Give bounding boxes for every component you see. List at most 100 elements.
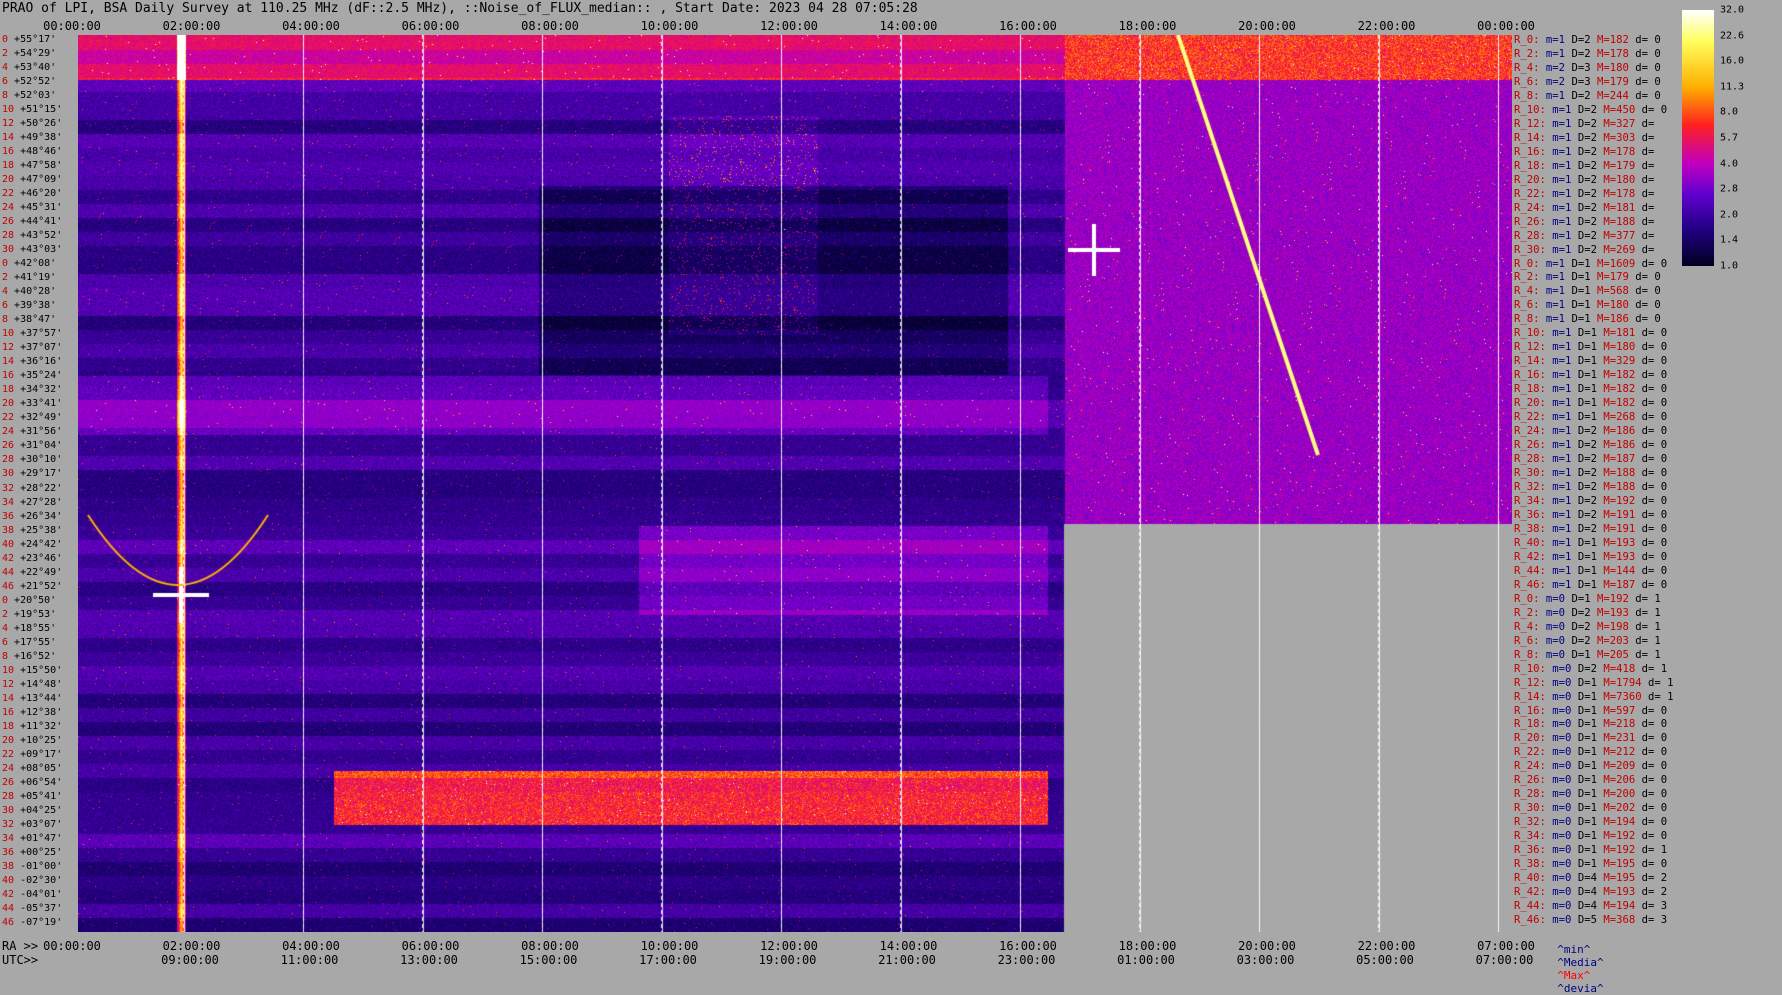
stats-r: R_22: xyxy=(1514,411,1546,424)
stats-m: m=0 xyxy=(1552,900,1572,913)
stats-m: m=1 xyxy=(1552,467,1572,480)
stats-dv: d= 0 xyxy=(1641,536,1668,549)
stats-h: M=191 xyxy=(1603,508,1636,521)
stats-m: m=2 xyxy=(1545,61,1566,74)
beam-stats-row: R_10: m=0 D=2 M=418 d= 1 xyxy=(1514,663,1667,675)
stats-dv: d= 1 xyxy=(1635,648,1661,661)
stats-d: D=2 xyxy=(1571,34,1591,46)
stats-dv: d= 1 xyxy=(1635,620,1661,633)
stats-r: R_16: xyxy=(1514,145,1546,158)
beam-index: 14 xyxy=(2,132,15,144)
stats-h: M=188 xyxy=(1603,481,1636,493)
stats-h: M=377 xyxy=(1603,229,1636,242)
stats-r: R_6: xyxy=(1514,299,1540,312)
stats-h: M=180 xyxy=(1596,299,1629,312)
stats-dv: d= 0 xyxy=(1635,313,1661,326)
stats-d: D=1 xyxy=(1577,690,1597,703)
stats-d: D=2 xyxy=(1577,229,1597,242)
stats-m: m=1 xyxy=(1552,145,1572,158)
beam-stats-row: R_26: m=1 D=2 M=186 d= 0 xyxy=(1514,439,1667,451)
stats-d: D=1 xyxy=(1577,383,1597,396)
stats-dv: d= xyxy=(1641,243,1655,256)
time-tick: 02:00:00 xyxy=(162,939,221,953)
stats-m: m=1 xyxy=(1552,229,1572,242)
stats-m: m=1 xyxy=(1552,494,1572,507)
beam-stats-row: R_18: m=0 D=1 M=218 d= 0 xyxy=(1514,718,1667,730)
stats-r: R_40: xyxy=(1514,536,1546,549)
stats-r: R_26: xyxy=(1514,439,1546,452)
stats-m: m=1 xyxy=(1552,215,1572,228)
stats-h: M=180 xyxy=(1596,61,1629,74)
stats-d: D=1 xyxy=(1571,648,1591,661)
declination-label: 2 +19°53' xyxy=(2,609,56,620)
stats-dv: d= 0 xyxy=(1641,564,1668,577)
beam-stats-row: R_16: m=0 D=1 M=597 d= 0 xyxy=(1514,705,1667,717)
declination-label: 10 +51°15' xyxy=(2,105,62,115)
beam-stats-row: R_10: m=1 D=2 M=450 d= 0 xyxy=(1514,104,1667,116)
stats-r: R_12: xyxy=(1514,117,1546,130)
time-tick: 14:00:00 xyxy=(879,19,938,33)
stats-m: m=1 xyxy=(1552,201,1572,214)
beam-index: 32 xyxy=(2,818,15,830)
stats-r: R_2: xyxy=(1514,606,1540,619)
stats-m: m=0 xyxy=(1552,914,1572,927)
stats-m: m=1 xyxy=(1552,425,1572,438)
stats-dv: d= 0 xyxy=(1641,425,1668,438)
stats-m: m=1 xyxy=(1545,299,1566,312)
stats-r: R_28: xyxy=(1514,453,1546,466)
stats-d: D=1 xyxy=(1577,704,1597,717)
declination-value: +39°38' xyxy=(8,300,57,312)
declination-label: 26 +31°04' xyxy=(2,441,62,451)
declination-label: 32 +03°07' xyxy=(2,818,62,830)
stats-dv: d= xyxy=(1641,131,1655,144)
beam-index: 40 xyxy=(2,874,15,886)
beam-index: 46 xyxy=(2,580,15,592)
beam-index: 28 xyxy=(2,454,15,466)
beam-stats-row: R_14: m=1 D=2 M=303 d= xyxy=(1514,132,1654,144)
beam-stats-row: R_12: m=1 D=1 M=180 d= 0 xyxy=(1514,341,1667,353)
stats-d: D=2 xyxy=(1577,467,1597,480)
beam-stats-row: R_6: m=0 D=2 M=203 d= 1 xyxy=(1514,635,1661,647)
ra-time-axis: RA >> 00:00:00 02:00:00 04:00:00 06:00:00 08… xyxy=(0,939,1782,953)
stats-dv: d= 0 xyxy=(1635,285,1661,298)
stats-m: m=0 xyxy=(1552,872,1572,885)
beam-index: 10 xyxy=(2,104,15,116)
declination-value: +55°17' xyxy=(8,34,57,45)
stats-d: D=2 xyxy=(1577,215,1597,228)
declination-label: 14 +36°16' xyxy=(2,357,62,367)
declination-value: +17°55' xyxy=(8,636,57,648)
beam-index: 20 xyxy=(2,174,15,186)
declination-value: +20°50' xyxy=(8,594,57,606)
stats-d: D=1 xyxy=(1571,299,1591,312)
stats-r: R_16: xyxy=(1514,704,1546,717)
stats-m: m=1 xyxy=(1552,550,1572,563)
stats-dv: d= 0 xyxy=(1635,299,1661,312)
stats-h: M=303 xyxy=(1603,131,1636,144)
stats-dv: d= 0 xyxy=(1641,578,1668,591)
stats-d: D=1 xyxy=(1577,830,1597,843)
stats-d: D=4 xyxy=(1577,886,1597,899)
ra-prefix: RA >> xyxy=(2,939,39,953)
time-tick: 00:00:00 xyxy=(1477,19,1535,33)
stats-h: M=206 xyxy=(1603,774,1636,787)
beam-index: 34 xyxy=(2,832,15,844)
stats-h: M=200 xyxy=(1603,788,1636,801)
stats-d: D=4 xyxy=(1577,900,1597,913)
stats-m: m=0 xyxy=(1545,606,1566,619)
declination-label: 24 +31°56' xyxy=(2,427,62,437)
declination-label: 30 +04°25' xyxy=(2,805,62,816)
stats-d: D=1 xyxy=(1577,564,1597,577)
stats-d: D=1 xyxy=(1571,271,1591,284)
colorbar-tick: 2.0 xyxy=(1720,209,1739,221)
declination-label: 46 +21°52' xyxy=(2,580,62,592)
stats-dv: d= 1 xyxy=(1648,676,1674,689)
stats-h: M=244 xyxy=(1596,89,1629,102)
stats-d: D=2 xyxy=(1577,131,1597,144)
declination-label: 26 +44°41' xyxy=(2,217,62,227)
beam-index: 34 xyxy=(2,496,15,508)
stats-dv: d= 0 xyxy=(1641,481,1668,493)
stats-h: M=202 xyxy=(1603,802,1636,815)
stats-m: m=1 xyxy=(1552,159,1572,172)
stats-m: m=0 xyxy=(1552,746,1572,759)
stats-d: D=1 xyxy=(1577,788,1597,801)
